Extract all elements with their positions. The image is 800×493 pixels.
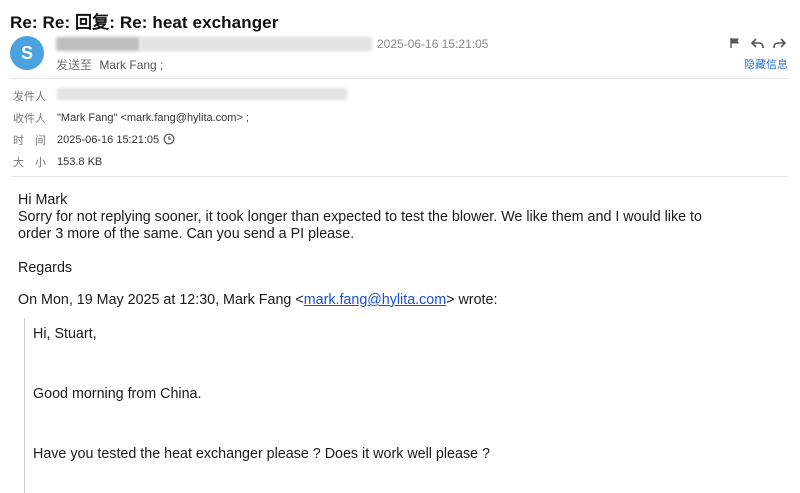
meta-size-row: 大 小 153.8 KB (13, 154, 102, 170)
divider (10, 78, 788, 79)
forward-icon[interactable] (772, 36, 786, 50)
body-regards: Regards (18, 260, 73, 276)
quote-email-link[interactable]: mark.fang@hylita.com (304, 292, 446, 308)
clock-icon[interactable] (163, 133, 175, 148)
meta-to-value[interactable]: "Mark Fang" <mark.fang@hylita.com> ; (57, 112, 249, 124)
body-line: Sorry for not replying sooner, it took l… (18, 209, 702, 225)
flag-icon[interactable] (728, 36, 742, 50)
meta-size-label: 大 小 (13, 157, 46, 169)
meta-from-row: 发件人 (13, 88, 57, 104)
header-actions (728, 36, 786, 50)
sendto-line: 发送至 Mark Fang ; (56, 56, 163, 73)
body-line: order 3 more of the same. Can you send a… (18, 226, 355, 242)
quote-header-suffix: > wrote: (446, 292, 498, 308)
quote-line: Hi, Stuart, (33, 326, 97, 342)
header-date: 2025-06-16 15:21:05 (377, 37, 489, 51)
meta-from-label: 发件人 (13, 91, 46, 103)
sender-address-redacted (140, 37, 372, 51)
sender-redacted (56, 37, 140, 51)
body-greeting: Hi Mark (18, 192, 68, 208)
meta-time-value: 2025-06-16 15:21:05 (57, 134, 160, 146)
reply-icon[interactable] (750, 36, 764, 50)
meta-to-row: 收件人 "Mark Fang" <mark.fang@hylita.com> ; (13, 110, 249, 126)
sendto-label: 发送至 (56, 58, 93, 72)
quote-header-prefix: On Mon, 19 May 2025 at 12:30, Mark Fang … (18, 292, 304, 308)
quote-line: Have you tested the heat exchanger pleas… (33, 446, 490, 462)
hide-info-link[interactable]: 隐藏信息 (744, 56, 788, 72)
sendto-recipient[interactable]: Mark Fang ; (99, 58, 163, 72)
meta-time-label: 时 间 (13, 135, 46, 147)
email-subject: Re: Re: 回复: Re: heat exchanger (10, 13, 279, 32)
meta-from-redacted (57, 88, 347, 100)
meta-time-row: 时 间 2025-06-16 15:21:05 (13, 132, 175, 148)
meta-size-value: 153.8 KB (57, 156, 103, 168)
quoted-message: Hi, Stuart, Good morning from China. Hav… (24, 318, 784, 493)
meta-to-label: 收件人 (13, 113, 46, 125)
divider (10, 176, 788, 177)
quote-line: Good morning from China. (33, 386, 202, 402)
email-body: Hi Mark Sorry for not replying sooner, i… (18, 192, 778, 277)
quote-header: On Mon, 19 May 2025 at 12:30, Mark Fang … (18, 292, 497, 308)
avatar[interactable]: S (10, 36, 44, 70)
